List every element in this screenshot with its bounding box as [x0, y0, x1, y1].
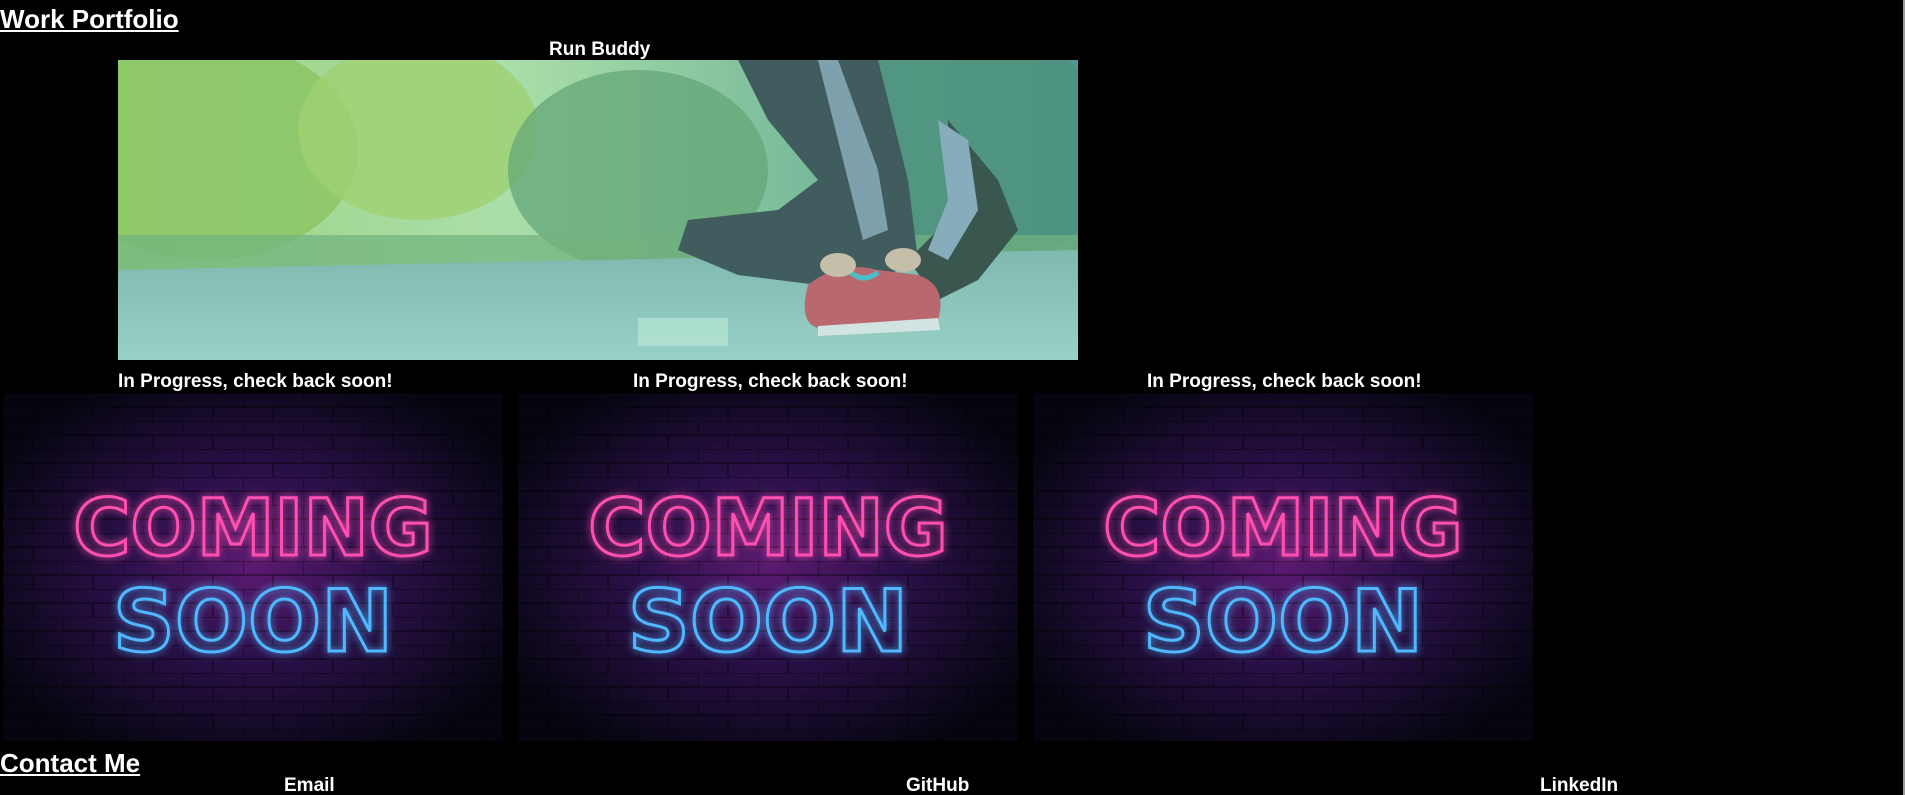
- coming-soon-neon-icon: COMING SOON: [1033, 393, 1533, 741]
- card-caption: In Progress, check back soon!: [633, 371, 908, 392]
- coming-text: COMING: [1103, 484, 1463, 574]
- linkedin-link[interactable]: LinkedIn: [1540, 776, 1618, 795]
- card-caption: In Progress, check back soon!: [118, 371, 393, 392]
- card-caption: In Progress, check back soon!: [1147, 371, 1422, 392]
- coming-soon-card[interactable]: COMING SOON: [3, 393, 503, 741]
- coming-soon-neon-icon: COMING SOON: [3, 393, 503, 741]
- coming-soon-card[interactable]: COMING SOON: [1033, 393, 1533, 741]
- page: Work Portfolio Run Buddy In Progress, ch…: [0, 0, 1905, 795]
- coming-soon-card[interactable]: COMING SOON: [518, 393, 1018, 741]
- runner-photo-icon: [118, 60, 1078, 360]
- email-link[interactable]: Email: [284, 776, 335, 795]
- contact-me-heading: Contact Me: [0, 748, 141, 778]
- coming-text: COMING: [73, 484, 433, 574]
- coming-soon-neon-icon: COMING SOON: [518, 393, 1018, 741]
- soon-text: SOON: [628, 572, 908, 672]
- soon-text: SOON: [113, 572, 393, 672]
- soon-text: SOON: [1143, 572, 1423, 672]
- github-link[interactable]: GitHub: [906, 776, 969, 795]
- run-buddy-project-image[interactable]: [118, 60, 1078, 360]
- work-portfolio-heading: Work Portfolio: [0, 4, 179, 34]
- coming-text: COMING: [588, 484, 948, 574]
- featured-project-title: Run Buddy: [549, 39, 651, 60]
